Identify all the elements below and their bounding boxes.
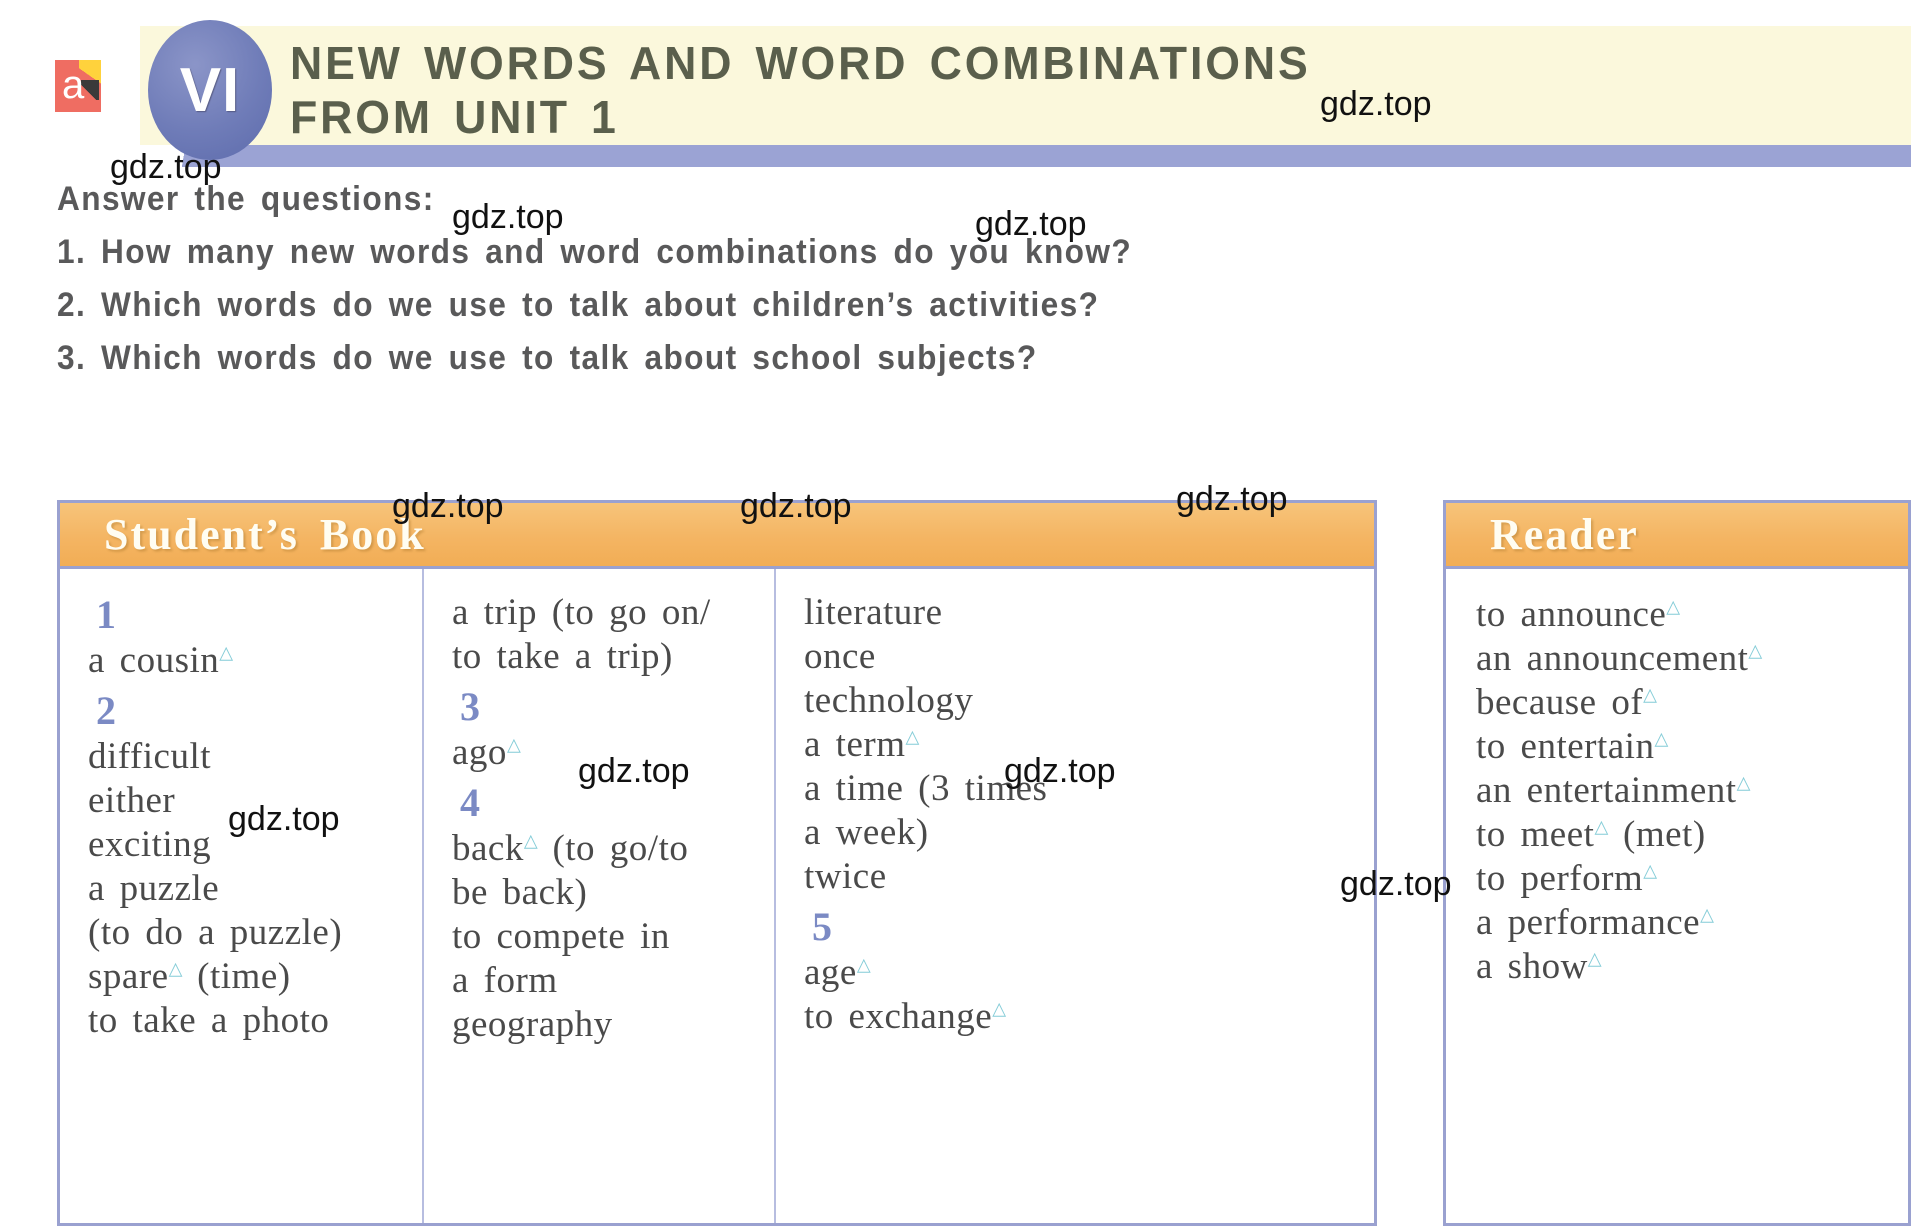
panel-students-book-body: 1a cousin△ 2 difficult either exciting a puzz… (60, 569, 1374, 1223)
triangle-marker-icon: △ (506, 734, 521, 755)
panel-students-book-title: Student’s Book (104, 510, 426, 559)
word-entry: a term△ (804, 724, 920, 765)
triangle-marker-icon: △ (1594, 816, 1609, 837)
word-column-1: 1a cousin△ 2 difficult either exciting a puzz… (60, 569, 422, 1223)
word-entry: difficult (88, 736, 212, 777)
word-entry: an entertainment△ (1476, 770, 1751, 811)
word-group-number: 2 (96, 688, 116, 733)
panel-students-book: Student’s Book 1a cousin△ 2 difficult eithe… (57, 500, 1377, 1226)
word-entry: because of△ (1476, 682, 1658, 723)
word-entry: spare△ (time) (88, 956, 291, 997)
word-group-number: 5 (812, 904, 832, 949)
word-group-number: 1 (96, 592, 116, 637)
triangle-marker-icon: △ (168, 958, 183, 979)
triangle-marker-icon: △ (1736, 772, 1751, 793)
word-entry: a form (452, 960, 558, 1001)
triangle-marker-icon: △ (523, 830, 538, 851)
word-entry: (to do a puzzle) (88, 912, 343, 953)
word-entry: to compete in (452, 916, 670, 957)
word-entry: technology (804, 680, 974, 721)
word-group-number: 4 (460, 780, 480, 825)
alphabet-icon-glyph: a (62, 63, 85, 107)
triangle-marker-icon: △ (1666, 596, 1681, 617)
word-entry: to perform△ (1476, 858, 1658, 899)
question-item-2: 2. Which words do we use to talk about c… (57, 286, 1100, 324)
panel-reader-title: Reader (1490, 510, 1639, 559)
word-entry: a show△ (1476, 946, 1602, 987)
word-group-number: 3 (460, 684, 480, 729)
word-entry: literature (804, 592, 943, 633)
word-entry: geography (452, 1004, 613, 1045)
panel-students-book-header: Student’s Book (60, 503, 1374, 569)
word-entry: to meet△ (met) (1476, 814, 1706, 855)
panel-reader-header: Reader (1446, 503, 1908, 569)
word-entry: to entertain△ (1476, 726, 1669, 767)
triangle-marker-icon: △ (1643, 684, 1658, 705)
question-item-1: 1. How many new words and word combinati… (57, 233, 1133, 271)
word-entry: a week) (804, 812, 929, 853)
triangle-marker-icon: △ (219, 642, 234, 663)
triangle-marker-icon: △ (1748, 640, 1763, 661)
word-entry: a trip (to go on/ (452, 592, 711, 633)
question-item-3: 3. Which words do we use to talk about s… (57, 339, 1038, 377)
word-entry: back△ (to go/to (452, 828, 689, 869)
word-entry: to announce△ (1476, 594, 1681, 635)
vocabulary-panels: Student’s Book 1a cousin△ 2 difficult eithe… (0, 500, 1911, 1226)
word-entry: age△ (804, 952, 871, 993)
word-entry: to take a trip) (452, 636, 673, 677)
header-underline-bar (155, 145, 1911, 167)
triangle-marker-icon: △ (1643, 860, 1658, 881)
triangle-marker-icon: △ (992, 998, 1007, 1019)
word-column-2: a trip (to go on/to take a trip) 3 ago△ 4 ba… (422, 569, 774, 1223)
section-number-label: VI (179, 55, 241, 125)
word-entry: a cousin△ (88, 640, 234, 681)
questions-section: Answer the questions: 1. How many new wo… (57, 180, 1557, 392)
triangle-marker-icon: △ (1700, 904, 1714, 925)
alphabet-icon: a (55, 60, 101, 112)
triangle-marker-icon: △ (1654, 728, 1669, 749)
page-title: NEW WORDS AND WORD COMBINATIONS FROM UNI… (290, 37, 1311, 143)
word-entry: a performance△ (1476, 902, 1714, 943)
word-entry: be back) (452, 872, 588, 913)
word-entry: to exchange△ (804, 996, 1007, 1037)
word-entry: exciting (88, 824, 212, 865)
word-entry: to take a photo (88, 1000, 330, 1041)
word-entry: once (804, 636, 876, 677)
word-entry: a puzzle (88, 868, 220, 909)
section-number-badge: VI (148, 20, 272, 160)
word-entry: an announcement△ (1476, 638, 1763, 679)
triangle-marker-icon: △ (905, 726, 920, 747)
panel-reader: Reader to announce△ an announcement△ becau… (1443, 500, 1911, 1226)
questions-intro: Answer the questions: (57, 180, 435, 218)
word-entry: a time (3 times (804, 768, 1048, 809)
word-entry: twice (804, 856, 887, 897)
word-column-3: literature once technology a term△ a time (3… (774, 569, 1372, 1223)
word-entry: ago△ (452, 732, 521, 773)
panel-reader-body: to announce△ an announcement△ because of△ t… (1446, 569, 1908, 1223)
word-column-reader: to announce△ an announcement△ because of△ t… (1446, 569, 1908, 1223)
word-entry: either (88, 780, 176, 821)
page-header: a VI NEW WORDS AND WORD COMBINATIONS FRO… (0, 0, 1911, 200)
triangle-marker-icon: △ (1587, 948, 1602, 969)
triangle-marker-icon: △ (856, 954, 871, 975)
